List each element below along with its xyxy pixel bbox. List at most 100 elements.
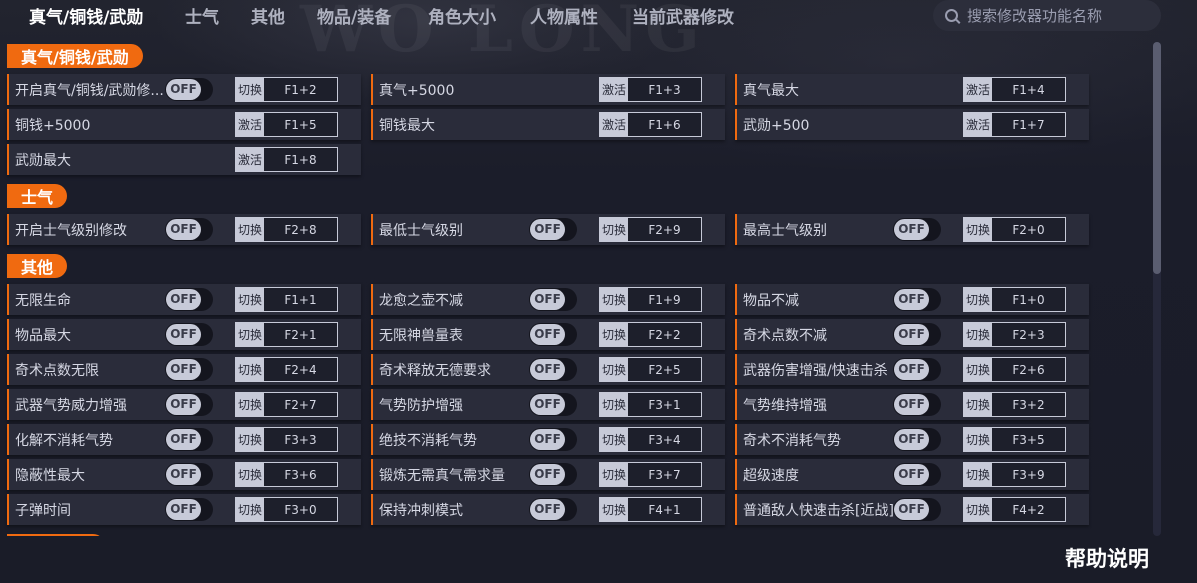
cheat-label: 子弹时间 bbox=[15, 503, 71, 519]
hotkey-field[interactable]: 切换 F1+1 bbox=[235, 287, 338, 312]
hotkey-combo: F1+9 bbox=[648, 292, 681, 307]
cheat-toggle[interactable]: OFF bbox=[165, 358, 213, 381]
hotkey-field[interactable]: 切换 F3+6 bbox=[235, 462, 338, 487]
hotkey-field[interactable]: 切换 F3+9 bbox=[963, 462, 1066, 487]
tab-morale[interactable]: 士气 bbox=[185, 3, 219, 28]
hotkey-field[interactable]: 激活 F1+7 bbox=[963, 112, 1066, 137]
cheat-toggle[interactable]: OFF bbox=[893, 498, 941, 521]
cheat-toggle[interactable]: OFF bbox=[893, 218, 941, 241]
hotkey-field[interactable]: 切换 F3+3 bbox=[235, 427, 338, 452]
hotkey-field[interactable]: 切换 F2+5 bbox=[599, 357, 702, 382]
search-input[interactable] bbox=[967, 6, 1147, 25]
hotkey-mode: 切换 bbox=[600, 288, 628, 311]
hotkey-field[interactable]: 切换 F3+2 bbox=[963, 392, 1066, 417]
hotkey-combo: F1+6 bbox=[648, 117, 681, 132]
hotkey-field[interactable]: 切换 F2+8 bbox=[235, 217, 338, 242]
hotkey-field[interactable]: 切换 F3+0 bbox=[235, 497, 338, 522]
cheat-toggle[interactable]: OFF bbox=[529, 218, 577, 241]
cheat-row: 真气最大 激活 F1+4 bbox=[735, 74, 1089, 105]
hotkey-field[interactable]: 切换 F1+9 bbox=[599, 287, 702, 312]
cheat-label: 气势维持增强 bbox=[743, 398, 827, 414]
hotkey-field[interactable]: 切换 F4+1 bbox=[599, 497, 702, 522]
hotkey-field[interactable]: 切换 F4+2 bbox=[963, 497, 1066, 522]
cheat-row: 化解不消耗气势 OFF 切换 F3+3 bbox=[7, 424, 361, 455]
hotkey-field[interactable]: 激活 F1+3 bbox=[599, 77, 702, 102]
tab-character-attributes[interactable]: 人物属性 bbox=[530, 3, 598, 28]
hotkey-field[interactable]: 切换 F3+1 bbox=[599, 392, 702, 417]
hotkey-field[interactable]: 切换 F2+6 bbox=[963, 357, 1066, 382]
cheat-label: 物品最大 bbox=[15, 328, 71, 344]
search-box[interactable] bbox=[933, 0, 1161, 31]
hotkey-field[interactable]: 激活 F1+5 bbox=[235, 112, 338, 137]
cheat-row: 绝技不消耗气势 OFF 切换 F3+4 bbox=[371, 424, 725, 455]
hotkey-combo: F1+2 bbox=[284, 82, 317, 97]
hotkey-combo: F2+7 bbox=[284, 397, 317, 412]
cheat-toggle[interactable]: OFF bbox=[165, 288, 213, 311]
hotkey-field[interactable]: 切换 F3+7 bbox=[599, 462, 702, 487]
section-header: 其他 bbox=[7, 254, 68, 278]
hotkey-field[interactable]: 激活 F1+4 bbox=[963, 77, 1066, 102]
cheat-row: 铜钱+5000 激活 F1+5 bbox=[7, 109, 361, 140]
hotkey-field[interactable]: 切换 F2+1 bbox=[235, 322, 338, 347]
cheat-toggle[interactable]: OFF bbox=[893, 358, 941, 381]
toggle-state: OFF bbox=[894, 499, 929, 520]
toggle-state: OFF bbox=[530, 394, 565, 415]
toggle-state: OFF bbox=[530, 429, 565, 450]
hotkey-field[interactable]: 切换 F2+9 bbox=[599, 217, 702, 242]
toggle-state: OFF bbox=[894, 394, 929, 415]
cheat-toggle[interactable]: OFF bbox=[165, 498, 213, 521]
cheat-label: 物品不减 bbox=[743, 293, 799, 309]
cheat-toggle[interactable]: OFF bbox=[529, 288, 577, 311]
cheat-toggle[interactable]: OFF bbox=[893, 288, 941, 311]
hotkey-field[interactable]: 切换 F2+0 bbox=[963, 217, 1066, 242]
cheat-row: 武器气势威力增强 OFF 切换 F2+7 bbox=[7, 389, 361, 420]
tab-items[interactable]: 物品/装备 bbox=[317, 3, 391, 28]
toggle-state: OFF bbox=[166, 429, 201, 450]
cheat-row: 普通敌人快速击杀[近战] OFF 切换 F4+2 bbox=[735, 494, 1089, 525]
hotkey-combo: F2+9 bbox=[648, 222, 681, 237]
cheat-toggle[interactable]: OFF bbox=[165, 78, 213, 101]
cheat-toggle[interactable]: OFF bbox=[529, 323, 577, 346]
hotkey-mode: 切换 bbox=[236, 393, 264, 416]
hotkey-field[interactable]: 切换 F2+2 bbox=[599, 322, 702, 347]
cheat-label: 奇术点数无限 bbox=[15, 363, 99, 379]
hotkey-mode: 切换 bbox=[236, 358, 264, 381]
cheat-toggle[interactable]: OFF bbox=[893, 463, 941, 486]
cheat-toggle[interactable]: OFF bbox=[529, 393, 577, 416]
hotkey-field[interactable]: 切换 F2+7 bbox=[235, 392, 338, 417]
help-button[interactable]: 帮助说明 bbox=[1065, 543, 1149, 573]
toggle-state: OFF bbox=[530, 219, 565, 240]
tab-other[interactable]: 其他 bbox=[251, 3, 285, 28]
hotkey-field[interactable]: 切换 F1+2 bbox=[235, 77, 338, 102]
scrollbar-track[interactable] bbox=[1153, 42, 1161, 536]
hotkey-field[interactable]: 切换 F3+4 bbox=[599, 427, 702, 452]
hotkey-combo: F2+5 bbox=[648, 362, 681, 377]
tab-character-size[interactable]: 角色大小 bbox=[428, 3, 496, 28]
cheat-row: 奇术释放无德要求 OFF 切换 F2+5 bbox=[371, 354, 725, 385]
cheat-toggle[interactable]: OFF bbox=[165, 323, 213, 346]
cheat-toggle[interactable]: OFF bbox=[893, 393, 941, 416]
hotkey-field[interactable]: 切换 F3+5 bbox=[963, 427, 1066, 452]
hotkey-field[interactable]: 切换 F1+0 bbox=[963, 287, 1066, 312]
cheat-toggle[interactable]: OFF bbox=[529, 463, 577, 486]
cheat-toggle[interactable]: OFF bbox=[529, 498, 577, 521]
hotkey-field[interactable]: 切换 F2+4 bbox=[235, 357, 338, 382]
scrollbar-thumb[interactable] bbox=[1153, 42, 1161, 274]
tab-weapon-mod[interactable]: 当前武器修改 bbox=[632, 3, 734, 28]
cheat-toggle[interactable]: OFF bbox=[529, 358, 577, 381]
hotkey-field[interactable]: 激活 F1+6 bbox=[599, 112, 702, 137]
cheat-label: 真气+5000 bbox=[379, 83, 455, 99]
cheat-toggle[interactable]: OFF bbox=[165, 428, 213, 451]
hotkey-field[interactable]: 切换 F2+3 bbox=[963, 322, 1066, 347]
cheat-toggle[interactable]: OFF bbox=[165, 463, 213, 486]
cheat-toggle[interactable]: OFF bbox=[529, 428, 577, 451]
cheat-toggle[interactable]: OFF bbox=[165, 393, 213, 416]
cheat-toggle[interactable]: OFF bbox=[893, 428, 941, 451]
hotkey-combo: F3+5 bbox=[1012, 432, 1045, 447]
hotkey-field[interactable]: 激活 F1+8 bbox=[235, 147, 338, 172]
toggle-state: OFF bbox=[894, 324, 929, 345]
tab-zhenqi[interactable]: 真气/铜钱/武勋 bbox=[29, 3, 143, 28]
cheat-toggle[interactable]: OFF bbox=[893, 323, 941, 346]
cheat-toggle[interactable]: OFF bbox=[165, 218, 213, 241]
toggle-state: OFF bbox=[894, 464, 929, 485]
